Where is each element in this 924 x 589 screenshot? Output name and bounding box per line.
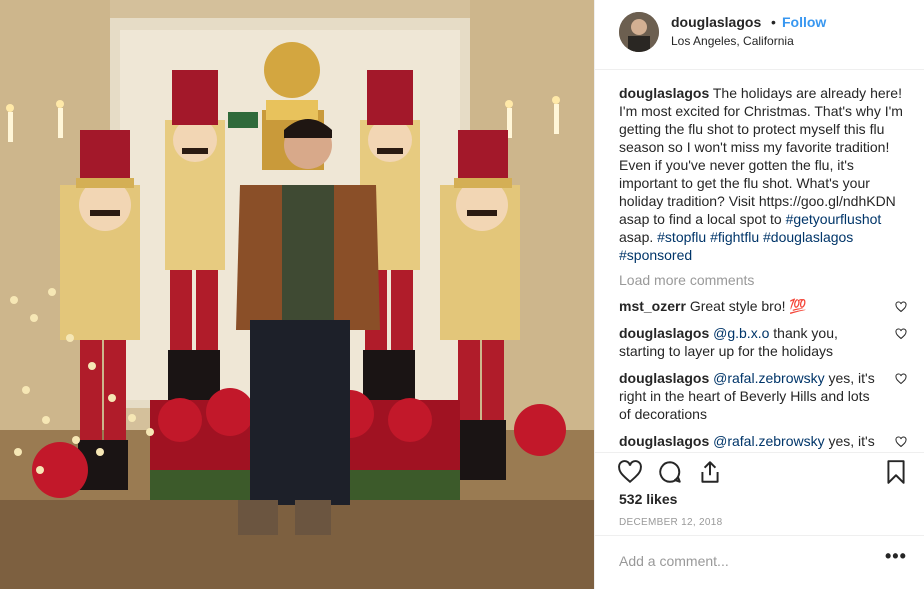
comment-item: douglaslagos @g.b.x.o thank you, startin… [619,324,909,360]
heart-icon[interactable] [895,436,907,448]
heart-icon[interactable] [895,373,907,385]
comment-icon[interactable] [657,459,683,485]
post-date: DECEMBER 12, 2018 [619,517,723,528]
comment-item: douglaslagos @rafal.zebrowsky yes, it's … [619,369,909,423]
caption-text-tail: asap. [619,229,654,245]
post-sidebar: douglaslagos • Follow Los Angeles, Calif… [594,0,924,589]
post-header: douglaslagos • Follow Los Angeles, Calif… [595,0,924,70]
share-icon[interactable] [697,459,723,485]
hashtag-link[interactable]: #douglaslagos [763,229,853,245]
heart-icon[interactable] [617,459,643,485]
hashtag-link[interactable]: #stopflu [657,229,706,245]
comment-username[interactable]: douglaslagos [619,325,709,341]
comment-text: Great style bro! 💯 [689,298,807,314]
caption: douglaslagos The holidays are already he… [619,84,909,264]
comment-item: mst_ozerr Great style bro! 💯 [619,297,909,315]
separator-dot: • [771,14,776,30]
comments-list[interactable]: douglaslagos The holidays are already he… [619,84,909,453]
comment-mention[interactable]: @rafal.zebrowsky [713,433,824,449]
comment-mention[interactable]: @rafal.zebrowsky [713,370,824,386]
post-actions: 532 likes DECEMBER 12, 2018 ••• [595,452,924,582]
comment-username[interactable]: douglaslagos [619,370,709,386]
comment-item: douglaslagos @rafal.zebrowsky yes, it's … [619,432,909,453]
likes-count[interactable]: 532 likes [619,491,677,507]
add-comment-bar: ••• [595,535,924,589]
comment-username[interactable]: mst_ozerr [619,298,686,314]
load-more-comments-button[interactable]: Load more comments [619,272,909,288]
hashtag-link[interactable]: #sponsored [619,247,692,263]
hashtag-link[interactable]: #fightflu [710,229,759,245]
more-options-button[interactable]: ••• [885,546,907,567]
heart-icon[interactable] [895,301,907,313]
hashtag-link[interactable]: #getyourflushot [786,211,882,227]
avatar-image [619,12,659,52]
bookmark-icon[interactable] [883,459,909,485]
avatar[interactable] [619,12,659,52]
nutcracker-left-back [165,70,225,405]
comment-mention[interactable]: @g.b.x.o [713,325,769,341]
comment-username[interactable]: douglaslagos [619,433,709,449]
heart-icon[interactable] [895,328,907,340]
follow-button[interactable]: Follow [782,14,826,30]
caption-text: The holidays are already here! I'm most … [619,85,903,227]
caption-username[interactable]: douglaslagos [619,85,709,101]
post-photo[interactable] [0,0,594,589]
photo-illustration [0,0,594,589]
add-comment-input[interactable] [619,550,869,572]
header-username[interactable]: douglaslagos [671,14,761,30]
location-link[interactable]: Los Angeles, California [671,34,794,48]
